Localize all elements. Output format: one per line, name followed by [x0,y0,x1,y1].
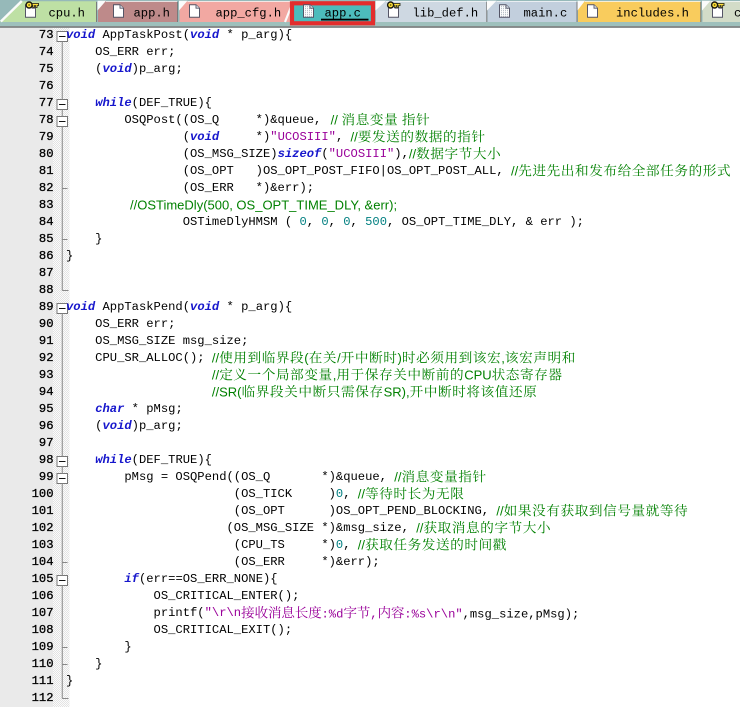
svg-text:main.c: main.c [524,6,568,20]
svg-text:c: c [734,6,740,20]
svg-text:app.c: app.c [325,7,361,21]
svg-text:cpu.h: cpu.h [49,6,85,20]
svg-text:app_cfg.h: app_cfg.h [216,6,282,20]
svg-text:app.h: app.h [134,6,170,20]
svg-text:lib_def.h: lib_def.h [413,6,479,20]
svg-text:includes.h: includes.h [616,6,689,20]
